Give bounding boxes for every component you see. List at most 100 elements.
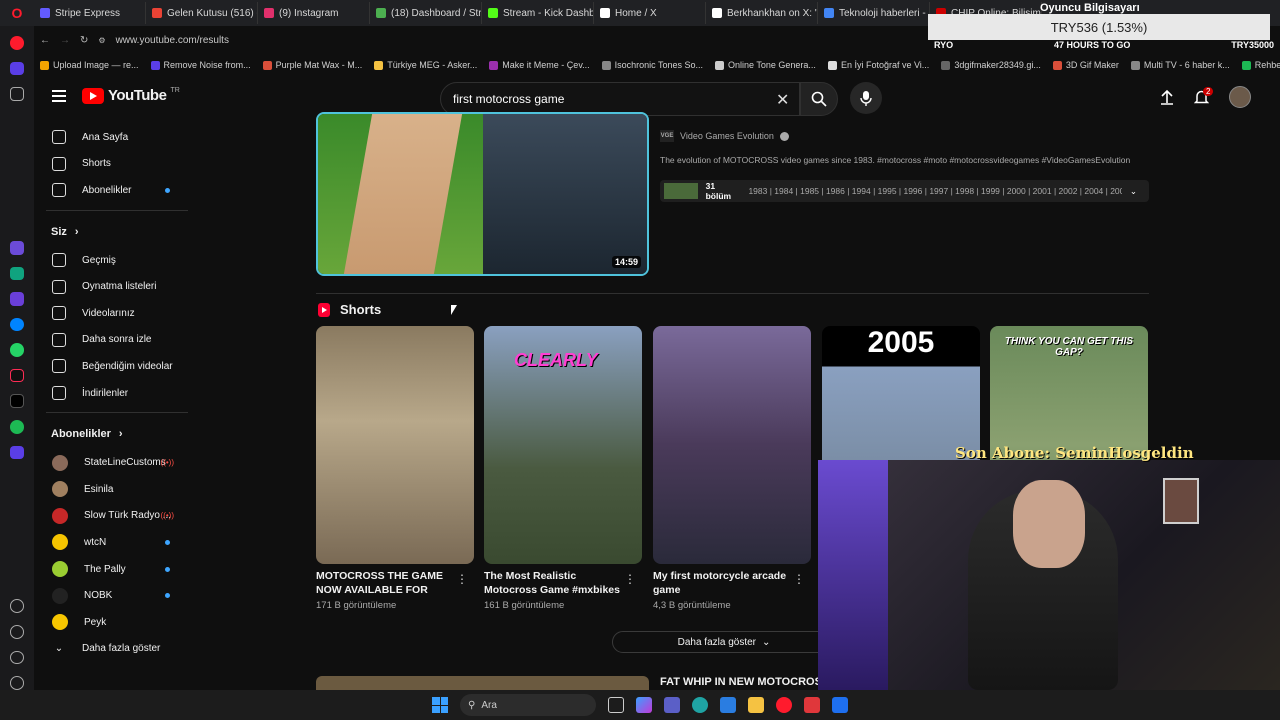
url-field[interactable]: www.youtube.com/results (116, 35, 229, 46)
short-card[interactable]: MOTOCROSS THE GAME NOW AVAILABLE FOR PRE… (316, 326, 474, 611)
file-explorer-icon[interactable] (748, 697, 764, 713)
chevron-down-icon[interactable]: ⌄ (1130, 186, 1137, 197)
short-card[interactable]: My first motorcycle arcade game 4,3 B gör… (653, 326, 811, 611)
nav-item[interactable]: Abonelikler (34, 177, 200, 204)
browser-tab[interactable]: Home / X (594, 2, 706, 24)
more-options-icon[interactable]: ⋮ (456, 572, 468, 586)
browser-tab[interactable]: Stream - Kick Dashboar (482, 2, 594, 24)
home-icon[interactable] (10, 61, 24, 76)
nav-item[interactable]: Geçmiş (34, 247, 200, 274)
avatar[interactable] (1229, 86, 1251, 108)
subscription-item[interactable]: NOBK (34, 582, 200, 609)
bookmark-item[interactable]: Purple Mat Wax - M... (262, 60, 362, 70)
short-thumbnail[interactable] (653, 326, 811, 564)
video-thumbnail[interactable]: 14:59 (316, 112, 649, 276)
more-options-icon[interactable]: ⋮ (793, 572, 805, 586)
next-video-title[interactable]: FAT WHIP IN NEW MOTOCROS (660, 676, 822, 688)
site-info-icon[interactable]: ⚙ (98, 36, 105, 45)
opera-logo-icon[interactable] (10, 36, 24, 50)
messenger-icon[interactable] (10, 317, 24, 332)
browser-tab[interactable]: Teknoloji haberleri - Go (818, 2, 930, 24)
short-title[interactable]: My first motorcycle arcade game (653, 569, 793, 597)
you-heading[interactable]: Siz › (34, 217, 200, 247)
taskbar-search[interactable]: ⚲ Ara (460, 694, 596, 716)
bookmark-item[interactable]: 3D Gif Maker (1052, 60, 1119, 70)
upload-icon[interactable] (1160, 89, 1174, 105)
menu-icon[interactable] (52, 90, 66, 102)
bookmark-item[interactable]: 3dgifmaker28349.gi... (941, 60, 1041, 70)
next-video-thumbnail[interactable] (316, 676, 649, 690)
opera-sidebar (0, 26, 34, 690)
short-title[interactable]: The Most Realistic Motocross Game #mxbik… (484, 569, 624, 597)
browser-tab[interactable]: (9) Instagram (258, 2, 370, 24)
youtube-logo[interactable]: YouTube TR (82, 87, 180, 104)
x-icon[interactable] (10, 394, 24, 409)
clear-search-icon[interactable]: ✕ (776, 90, 789, 110)
tiktok-icon[interactable] (10, 368, 24, 383)
bookmark-item[interactable]: Make it Meme - Çev... (489, 60, 590, 70)
task-view-icon[interactable] (608, 697, 624, 713)
nav-item[interactable]: Daha sonra izle (34, 327, 200, 354)
short-thumbnail[interactable]: CLEARLY (484, 326, 642, 564)
short-title[interactable]: MOTOCROSS THE GAME NOW AVAILABLE FOR PRE… (316, 569, 456, 597)
browser-tab[interactable]: (18) Dashboard / Stream (370, 2, 482, 24)
bookmark-item[interactable]: Online Tone Genera... (715, 60, 816, 70)
bookmark-item[interactable]: Multi TV - 6 haber k... (1130, 60, 1230, 70)
back-icon[interactable]: ← (40, 35, 50, 46)
bulb-icon[interactable] (10, 676, 24, 690)
history-icon[interactable] (10, 625, 24, 639)
reload-icon[interactable]: ↻ (80, 35, 88, 46)
short-thumbnail[interactable] (316, 326, 474, 564)
more-options-icon[interactable]: ⋮ (624, 572, 636, 586)
cs-icon[interactable] (10, 292, 24, 306)
teams-icon[interactable] (664, 697, 680, 713)
show-more-subscriptions[interactable]: ⌄ Daha fazla göster (34, 636, 200, 663)
short-card[interactable]: CLEARLY The Most Realistic Motocross Game… (484, 326, 642, 611)
episodes-bar[interactable]: 31 bölüm 1983 | 1984 | 1985 | 1986 | 199… (660, 180, 1149, 202)
app-icon[interactable] (832, 697, 848, 713)
search-button[interactable] (800, 82, 838, 116)
nav-item[interactable]: Beğendiğim videolar (34, 353, 200, 380)
browser-tab[interactable]: Berkhankhan on X: "Yam (706, 2, 818, 24)
aria-icon[interactable] (10, 241, 24, 255)
search-input[interactable]: first motocross game (440, 82, 800, 116)
shorts-show-more-button[interactable]: Daha fazla göster ⌄ (612, 631, 836, 653)
bookmark-item[interactable]: En İyi Fotoğraf ve Vi... (827, 60, 929, 70)
voice-search-button[interactable] (850, 82, 882, 114)
subscription-item[interactable]: wtcN (34, 529, 200, 556)
nav-item[interactable]: Ana Sayfa (34, 124, 200, 151)
heart-icon[interactable] (10, 599, 24, 614)
wps-icon[interactable] (804, 697, 820, 713)
bookmark-item[interactable]: Rehber: Windows 1... (1241, 60, 1280, 70)
subscription-item[interactable]: Peyk (34, 609, 200, 636)
settings-icon[interactable] (10, 650, 24, 665)
bookmark-item[interactable]: Isochronic Tones So... (601, 60, 703, 70)
browser-tab[interactable]: Gelen Kutusu (516) - no (146, 2, 258, 24)
forward-icon[interactable]: → (60, 35, 70, 46)
channel-row[interactable]: VGE Video Games Evolution (660, 130, 789, 142)
bookmark-item[interactable]: Remove Noise from... (150, 60, 251, 70)
nav-item[interactable]: Oynatma listeleri (34, 273, 200, 300)
subscription-item[interactable]: Slow Türk Radyo ... ((•)) (34, 503, 200, 530)
whatsapp-icon[interactable] (10, 343, 24, 357)
subscriptions-heading[interactable]: Abonelikler › (34, 419, 200, 449)
nav-item[interactable]: İndirilenler (34, 380, 200, 407)
spotify-icon[interactable] (10, 420, 24, 434)
subscription-item[interactable]: Esinila (34, 476, 200, 503)
subscription-item[interactable]: The Pally (34, 556, 200, 583)
opera-menu-icon[interactable]: O (0, 0, 34, 26)
star-icon[interactable] (10, 87, 24, 101)
store-icon[interactable] (720, 697, 736, 713)
chatgpt-icon[interactable] (10, 266, 24, 281)
player-icon[interactable] (10, 445, 24, 460)
windows-start-icon[interactable] (432, 697, 448, 713)
edge-icon[interactable] (692, 697, 708, 713)
subscription-item[interactable]: StateLineCustoms ((•)) (34, 449, 200, 476)
bookmark-item[interactable]: Upload Image — re... (40, 60, 139, 70)
bookmark-item[interactable]: Türkiye MEG - Asker... (374, 60, 477, 70)
browser-tab[interactable]: Stripe Express (34, 2, 146, 24)
nav-item[interactable]: Videolarınız (34, 300, 200, 327)
nav-item[interactable]: Shorts (34, 151, 200, 178)
opera-taskbar-icon[interactable] (776, 697, 792, 713)
copilot-icon[interactable] (636, 697, 652, 713)
